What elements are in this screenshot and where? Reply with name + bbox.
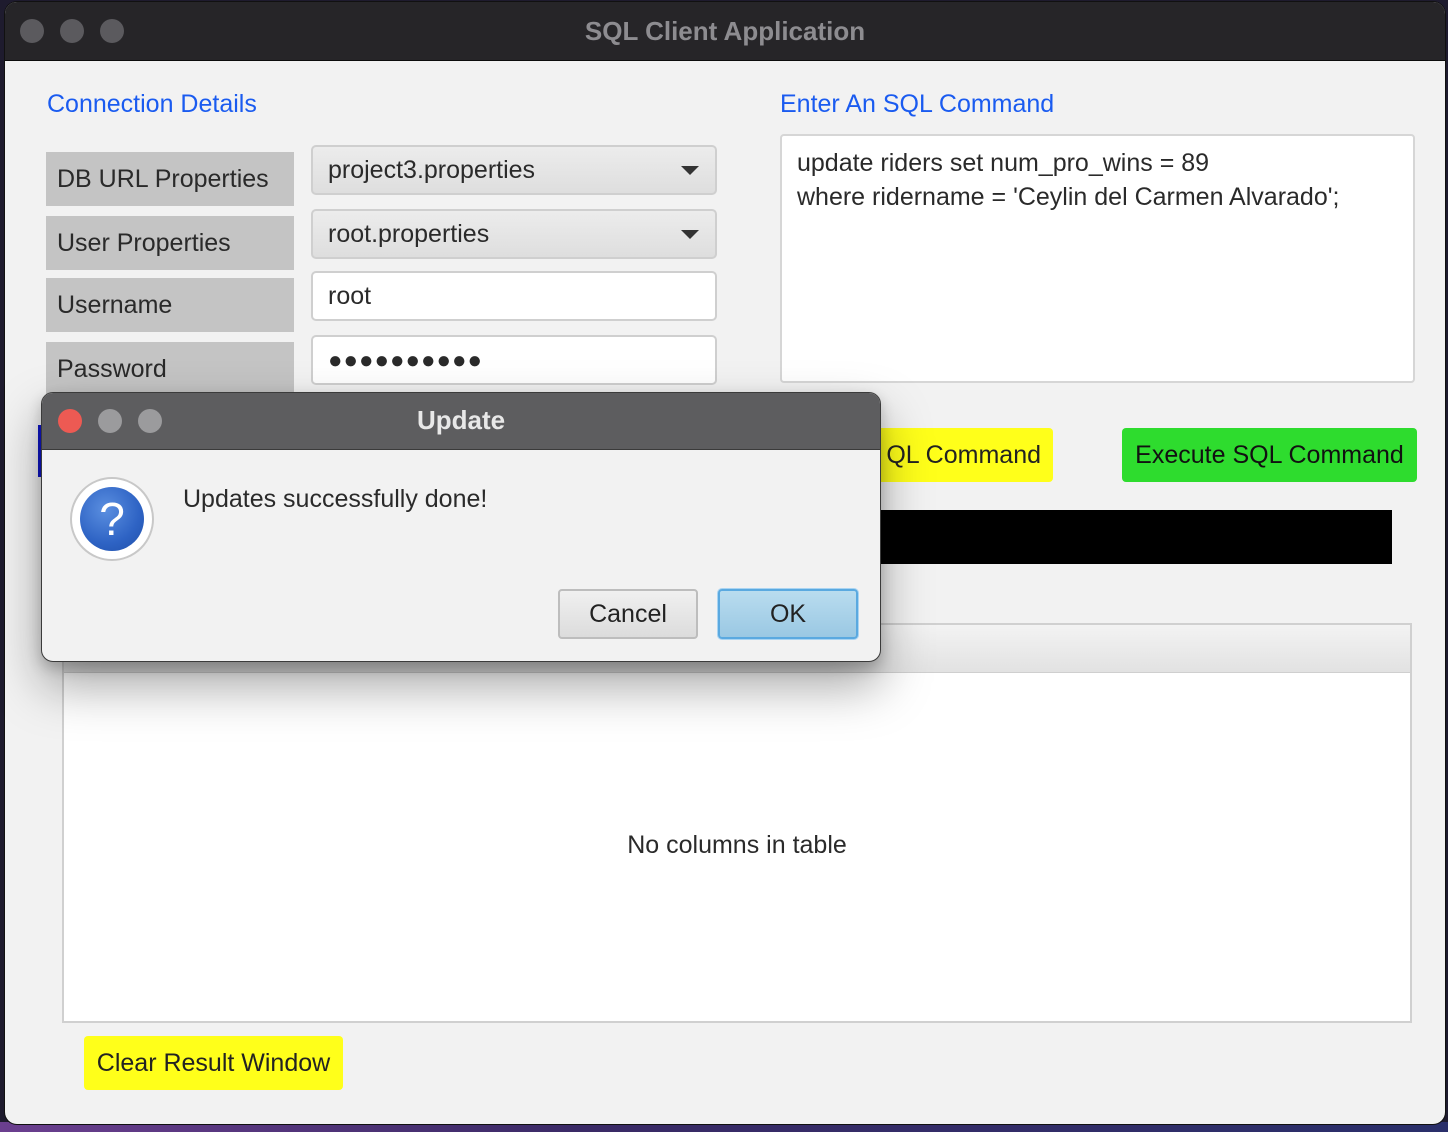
sql-line: where ridername = 'Ceylin del Carmen Alv…	[797, 183, 1340, 211]
connection-details-title: Connection Details	[47, 90, 257, 118]
db-url-select[interactable]: project3.properties	[311, 145, 717, 195]
question-icon: ?	[70, 477, 154, 561]
ok-button[interactable]: OK	[718, 589, 858, 639]
user-properties-select[interactable]: root.properties	[311, 209, 717, 259]
window-title: SQL Client Application	[584, 16, 866, 46]
clear-result-window-button[interactable]: Clear Result Window	[84, 1036, 343, 1090]
password-label: Password	[46, 342, 294, 396]
user-properties-value: root.properties	[328, 220, 490, 248]
question-mark-glyph: ?	[80, 487, 144, 551]
username-value: root	[328, 282, 372, 310]
dialog-titlebar[interactable]: Update	[42, 393, 880, 450]
username-field[interactable]: root	[311, 271, 717, 321]
execute-sql-command-button[interactable]: Execute SQL Command	[1122, 428, 1417, 482]
window-titlebar[interactable]: SQL Client Application	[5, 2, 1445, 61]
password-field[interactable]: ●●●●●●●●●●	[311, 335, 717, 385]
cancel-button[interactable]: Cancel	[558, 589, 698, 639]
update-dialog: Update ? Updates successfully done! Canc…	[41, 392, 881, 662]
password-value: ●●●●●●●●●●	[328, 347, 483, 374]
table-empty-message: No columns in table	[627, 831, 847, 859]
chevron-down-icon	[681, 230, 699, 239]
db-url-value: project3.properties	[328, 156, 536, 184]
dialog-message: Updates successfully done!	[183, 485, 488, 513]
dialog-title: Update	[416, 405, 506, 435]
connection-status-bar	[860, 510, 1392, 564]
sql-command-textarea[interactable]: update riders set num_pro_wins = 89 wher…	[780, 134, 1415, 383]
clear-sql-command-button[interactable]: QL Command	[860, 428, 1053, 482]
sql-command-title: Enter An SQL Command	[780, 90, 1055, 118]
sql-line: update riders set num_pro_wins = 89	[797, 149, 1210, 177]
username-label: Username	[46, 278, 294, 332]
db-url-label: DB URL Properties	[46, 152, 294, 206]
user-properties-label: User Properties	[46, 216, 294, 270]
chevron-down-icon	[681, 166, 699, 175]
result-table[interactable]: No columns in table	[62, 623, 1412, 1023]
